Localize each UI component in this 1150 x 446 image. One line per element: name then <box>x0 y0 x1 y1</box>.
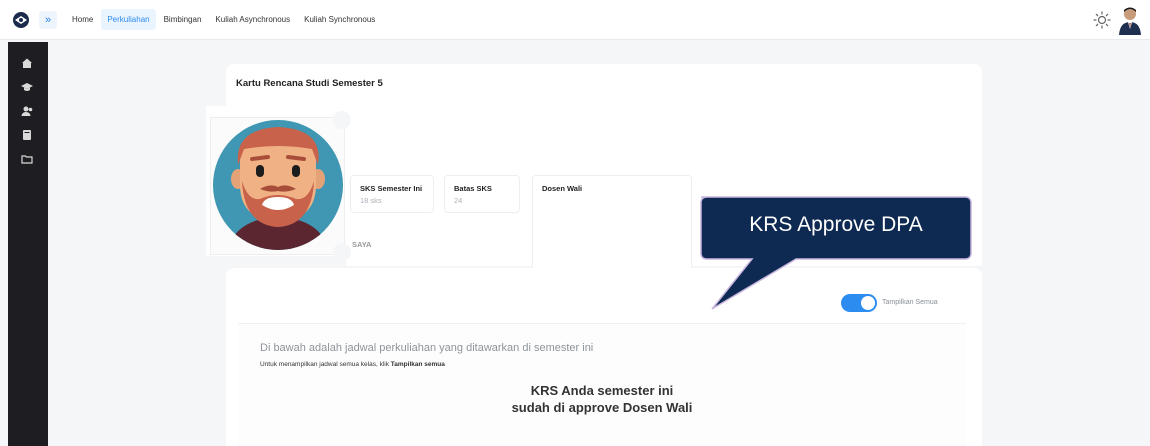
book-icon[interactable] <box>20 128 34 142</box>
app-logo-icon[interactable] <box>12 11 30 29</box>
stat-batas-sks: Batas SKS 24 <box>444 175 520 213</box>
main-nav: Home Perkuliahan Bimbingan Kuliah Asynch… <box>66 9 381 30</box>
show-all-toggle[interactable] <box>841 294 877 312</box>
info-sub-text: Untuk menampilkan jadwal semua kelas, kl… <box>260 361 391 368</box>
card-notch <box>333 243 351 261</box>
sidebar <box>8 42 48 446</box>
stat-label: SKS Semester Ini <box>360 184 423 193</box>
callout-text: KRS Approve DPA <box>749 213 923 236</box>
graduation-cap-icon[interactable] <box>20 80 34 94</box>
nav-perkuliahan[interactable]: Perkuliahan <box>101 9 156 30</box>
schedule-info-subtitle: Untuk menampilkan jadwal semua kelas, kl… <box>260 361 445 368</box>
top-bar: » Home Perkuliahan Bimbingan Kuliah Asyn… <box>0 0 1150 40</box>
nav-kuliah-synchronous[interactable]: Kuliah Synchronous <box>298 9 381 30</box>
folder-icon[interactable] <box>20 152 34 166</box>
stat-label: Batas SKS <box>454 184 492 193</box>
approval-message: KRS Anda semester ini sudah di approve D… <box>452 382 752 416</box>
user-avatar[interactable] <box>1116 5 1144 35</box>
dosen-wali-label: Dosen Wali <box>542 184 583 193</box>
home-icon[interactable] <box>20 56 34 70</box>
approval-line-2: sudah di approve Dosen Wali <box>511 400 693 415</box>
stat-sks-semester: SKS Semester Ini 18 sks <box>350 175 434 213</box>
toggle-knob <box>861 296 875 310</box>
student-avatar <box>213 120 343 250</box>
users-icon[interactable] <box>20 104 34 118</box>
nav-bimbingan[interactable]: Bimbingan <box>158 9 208 30</box>
schedule-info-title: Di bawah adalah jadwal perkuliahan yang … <box>260 342 594 354</box>
card-notch <box>333 111 351 129</box>
approval-line-1: KRS Anda semester ini <box>530 383 674 398</box>
stat-value: 24 <box>454 196 463 205</box>
nav-home[interactable]: Home <box>66 9 99 30</box>
saya-label: SAYA <box>352 240 372 249</box>
sun-icon[interactable] <box>1092 10 1112 30</box>
stat-value: 18 sks <box>360 196 382 205</box>
chevrons-right-icon[interactable]: » <box>39 11 57 29</box>
krs-card-header: Kartu Rencana Studi Semester 5 <box>226 64 982 106</box>
page-title: Kartu Rencana Studi Semester 5 <box>236 78 383 89</box>
nav-kuliah-asynchronous[interactable]: Kuliah Asynchronous <box>209 9 296 30</box>
show-all-label: Tampilkan Semua <box>882 299 938 306</box>
show-all-link-text: Tampilkan semua <box>390 361 445 368</box>
dosen-wali-box: Dosen Wali <box>532 175 692 268</box>
